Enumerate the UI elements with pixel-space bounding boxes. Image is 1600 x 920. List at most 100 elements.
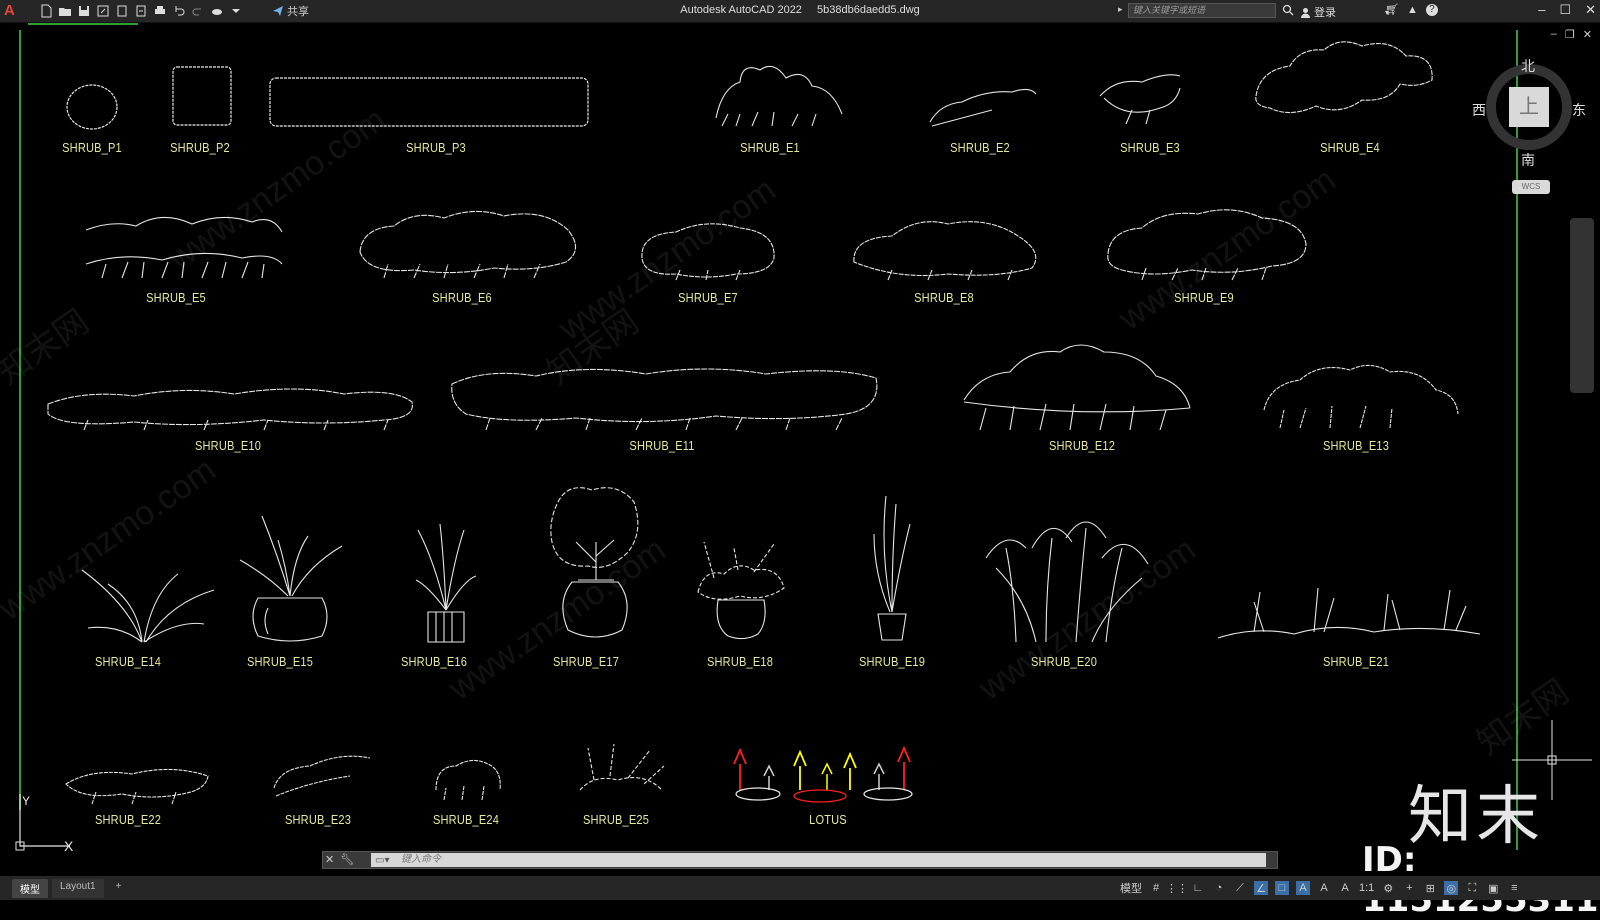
block-label: SHRUB_E17 <box>552 654 620 669</box>
window-controls: – ☐ ✕ <box>1538 2 1596 18</box>
block-label: SHRUB_E25 <box>582 812 650 827</box>
login-button[interactable]: 登录 ▾ <box>1300 4 1389 20</box>
navigation-bar[interactable] <box>1570 218 1594 393</box>
shrub-elevation-icon <box>435 759 501 801</box>
auto-scale-icon[interactable]: A <box>1317 881 1331 895</box>
block-label: SHRUB_E19 <box>858 654 926 669</box>
model-space-button[interactable]: 模型 <box>1120 880 1142 896</box>
help-button[interactable]: ? <box>1425 3 1438 16</box>
viewcube[interactable]: 上 北 南 东 西 <box>1472 56 1588 176</box>
autocad-logo-icon[interactable]: A <box>4 2 22 20</box>
shrub-elevation-icon <box>47 388 413 431</box>
settings-gear-icon[interactable]: ⚙ <box>1381 881 1395 895</box>
object-snap-icon[interactable]: □ <box>1275 881 1289 895</box>
potted-palm-icon <box>415 523 477 643</box>
block-label: SHRUB_E3 <box>1120 140 1180 155</box>
block-label: SHRUB_E6 <box>432 290 492 305</box>
redo-icon[interactable] <box>190 4 205 19</box>
tab-add[interactable]: + <box>108 879 130 898</box>
block-label: SHRUB_E12 <box>1048 438 1116 453</box>
maximize-icon[interactable]: ☐ <box>1559 2 1571 18</box>
search-expand-icon[interactable]: ▸ <box>1118 4 1123 15</box>
clean-screen-icon[interactable]: ▣ <box>1486 881 1500 895</box>
viewcube-top-face[interactable]: 上 <box>1509 87 1549 127</box>
quick-access-toolbar <box>38 3 243 19</box>
share-button[interactable]: 共享 <box>272 3 309 19</box>
open-folder-icon[interactable] <box>57 4 72 19</box>
ucs-x-label: X <box>64 838 74 854</box>
minimize-icon[interactable]: – <box>1538 2 1545 18</box>
drawing-restore-icon[interactable]: ❐ <box>1565 28 1575 41</box>
annotation-scale-icon[interactable]: A <box>1338 881 1352 895</box>
customize-dropdown-icon[interactable] <box>228 4 243 19</box>
workspace-icon[interactable] <box>209 4 224 19</box>
wcs-menu[interactable]: WCS <box>1512 180 1550 194</box>
block-label: SHRUB_E10 <box>194 438 262 453</box>
cart-icon[interactable]: 🛒︎ <box>1385 3 1399 16</box>
compass-south[interactable]: 南 <box>1521 150 1535 170</box>
shrub-elevation-icon <box>451 368 878 431</box>
block-label: SHRUB_E23 <box>284 812 352 827</box>
isolate-objects-icon[interactable]: ◎ <box>1444 881 1459 895</box>
block-label: SHRUB_E4 <box>1320 140 1380 155</box>
block-label: SHRUB_E24 <box>432 812 500 827</box>
block-label: SHRUB_E15 <box>246 654 314 669</box>
hardware-acceleration-icon[interactable]: ⛶ <box>1465 881 1479 895</box>
drawing-minimize-icon[interactable]: – <box>1551 28 1557 41</box>
potted-flower-icon <box>697 541 785 640</box>
compass-east[interactable]: 东 <box>1572 100 1586 120</box>
block-label: SHRUB_E14 <box>94 654 162 669</box>
command-customize-icon[interactable]: 🔧︎ <box>340 853 354 866</box>
save-as-icon[interactable] <box>95 4 110 19</box>
block-label: SHRUB_E5 <box>146 290 206 305</box>
block-label: SHRUB_E11 <box>629 438 695 453</box>
shrub-elevation-icon <box>85 216 283 279</box>
block-label: SHRUB_E16 <box>400 654 468 669</box>
block-label: SHRUB_E18 <box>706 654 774 669</box>
potted-plant-icon <box>239 515 343 642</box>
ortho-icon[interactable]: ∟ <box>1191 881 1205 895</box>
polar-icon[interactable]: ◔ <box>1212 881 1226 895</box>
units-icon[interactable]: ⊞ <box>1423 881 1437 895</box>
annotation-scale-value[interactable]: 1:1 <box>1359 882 1374 894</box>
papyrus-cluster-icon <box>985 521 1149 643</box>
close-icon[interactable]: ✕ <box>1585 2 1596 18</box>
shrub-elevation-icon <box>1107 209 1307 281</box>
app-name: Autodesk AutoCAD 2022 <box>680 4 802 16</box>
share-label: 共享 <box>287 6 309 18</box>
shrub-elevation-icon <box>65 768 209 805</box>
search-input[interactable]: 键入关键字或短语 <box>1128 3 1276 18</box>
customization-menu-icon[interactable]: ≡ <box>1507 881 1521 895</box>
object-snap-tracking-icon[interactable]: ∠ <box>1254 881 1268 895</box>
lotus-icon <box>733 745 913 803</box>
tab-layout1[interactable]: Layout1 <box>52 879 104 898</box>
compass-west[interactable]: 西 <box>1472 100 1486 120</box>
command-history-icon[interactable]: ▭▾ <box>375 854 389 868</box>
save-to-web-icon[interactable] <box>133 4 148 19</box>
tab-model[interactable]: 模型 <box>12 879 48 898</box>
block-label: SHRUB_E22 <box>94 812 162 827</box>
command-close-icon[interactable]: ✕ <box>325 853 334 866</box>
block-label: SHRUB_E1 <box>740 140 800 155</box>
ucs-y-label: Y <box>22 794 31 808</box>
shrub-elevation-icon <box>1099 74 1181 125</box>
isodraft-icon[interactable]: ⟋ <box>1233 881 1247 895</box>
annotation-visibility-icon[interactable]: A <box>1296 881 1310 895</box>
plot-printer-icon[interactable] <box>152 4 167 19</box>
grid-icon[interactable]: # <box>1149 881 1163 895</box>
open-from-web-icon[interactable] <box>114 4 129 19</box>
snap-icon[interactable]: ⋮⋮ <box>1166 881 1188 895</box>
groundcover-icon <box>1217 587 1481 639</box>
add-icon[interactable]: + <box>1402 881 1416 895</box>
layout-tabs: 模型 Layout1 + <box>12 879 129 898</box>
compass-north[interactable]: 北 <box>1521 56 1535 76</box>
save-icon[interactable] <box>76 4 91 19</box>
search-icon[interactable] <box>1282 4 1294 16</box>
a360-icon[interactable]: ▲ <box>1407 4 1418 16</box>
command-input[interactable]: ▭▾ 键入命令 <box>371 853 1266 867</box>
new-file-icon[interactable] <box>38 4 53 19</box>
command-line: ✕ 🔧︎ ▭▾ 键入命令 <box>322 851 1278 869</box>
shrub-plan-square-icon <box>172 66 232 126</box>
drawing-close-icon[interactable]: ✕ <box>1583 28 1592 41</box>
undo-icon[interactable] <box>171 4 186 19</box>
